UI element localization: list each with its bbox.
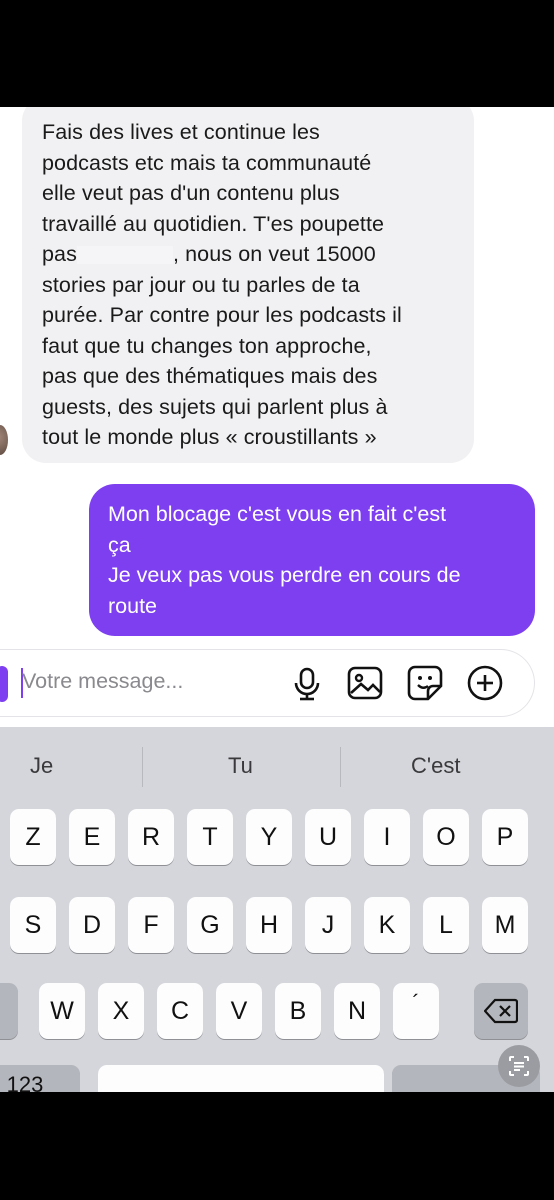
message-line: Je veux pas vous perdre en cours de (108, 563, 461, 587)
key-n[interactable]: N (334, 983, 380, 1039)
message-line: route (108, 593, 158, 618)
key-c[interactable]: C (157, 983, 203, 1039)
key-v[interactable]: V (216, 983, 262, 1039)
message-line: Mon blocage c'est vous en fait c'est (108, 502, 447, 526)
message-line: guests, des sujets qui parlent plus à (42, 394, 388, 419)
microphone-icon[interactable] (288, 664, 326, 702)
key-b[interactable]: B (275, 983, 321, 1039)
key-z[interactable]: Z (10, 809, 56, 865)
message-line: faut que tu changes ton approche, (42, 333, 372, 358)
chat-area[interactable]: Fais des lives et continue les podcasts … (0, 107, 554, 727)
message-composer: Votre message... (0, 649, 535, 717)
key-p[interactable]: P (482, 809, 528, 865)
bottom-bar (0, 1092, 554, 1200)
key-j[interactable]: J (305, 897, 351, 953)
suggestion-1[interactable]: Je (30, 753, 53, 779)
suggestion-divider (340, 747, 341, 787)
message-line: stories par jour ou tu parles de ta (42, 272, 360, 297)
key-t[interactable]: T (187, 809, 233, 865)
suggestion-divider (142, 747, 143, 787)
avatar[interactable] (0, 425, 8, 455)
plus-circle-icon[interactable] (466, 664, 504, 702)
key-e[interactable]: E (69, 809, 115, 865)
message-line: ça (108, 532, 131, 557)
key-s[interactable]: S (10, 897, 56, 953)
key-i[interactable]: I (364, 809, 410, 865)
message-line: pas , nous on veut 15000 (42, 239, 472, 270)
key-m[interactable]: M (482, 897, 528, 953)
backspace-icon (483, 998, 519, 1024)
key-w[interactable]: W (39, 983, 85, 1039)
shift-key[interactable] (0, 983, 18, 1039)
image-icon[interactable] (346, 664, 384, 702)
sticker-icon[interactable] (406, 664, 444, 702)
key-u[interactable]: U (305, 809, 351, 865)
redacted-name (76, 246, 173, 265)
key-y[interactable]: Y (246, 809, 292, 865)
key-k[interactable]: K (364, 897, 410, 953)
scan-text-button[interactable] (498, 1045, 540, 1087)
key-o[interactable]: O (423, 809, 469, 865)
key-accent[interactable]: ´ (393, 983, 439, 1039)
key-x[interactable]: X (98, 983, 144, 1039)
key-d[interactable]: D (69, 897, 115, 953)
key-r[interactable]: R (128, 809, 174, 865)
numbers-key[interactable]: 123 (0, 1065, 80, 1092)
message-line: pas que des thématiques mais des (42, 364, 378, 388)
incoming-message-text: Fais des lives et continue les podcasts … (42, 117, 472, 453)
message-line: Fais des lives et continue les (42, 120, 320, 144)
keyboard: Je Tu C'est Z E R T Y U I O P S D F G H … (0, 727, 554, 1092)
backspace-key[interactable] (474, 983, 528, 1039)
message-line: tout le monde plus « croustillants » (42, 425, 377, 449)
message-input[interactable]: Votre message... (22, 669, 183, 694)
message-line: podcasts etc mais ta communauté (42, 150, 372, 175)
message-line: elle veut pas d'un contenu plus (42, 181, 340, 205)
suggestion-2[interactable]: Tu (228, 753, 253, 779)
suggestion-3[interactable]: C'est (411, 753, 460, 779)
key-g[interactable]: G (187, 897, 233, 953)
key-f[interactable]: F (128, 897, 174, 953)
message-line: travaillé au quotidien. T'es poupette (42, 211, 385, 236)
top-bar (0, 0, 554, 107)
key-h[interactable]: H (246, 897, 292, 953)
screenshot: Fais des lives et continue les podcasts … (0, 0, 554, 1200)
key-l[interactable]: L (423, 897, 469, 953)
message-line: purée. Par contre pour les podcasts il (42, 303, 402, 327)
space-key[interactable] (98, 1065, 384, 1092)
message-fragment: pas (42, 242, 77, 266)
outgoing-message-text: Mon blocage c'est vous en fait c'est ça … (108, 499, 523, 621)
scan-text-icon (509, 1056, 529, 1076)
composer-accent (0, 666, 8, 702)
message-fragment: , nous on veut 15000 (172, 242, 376, 266)
